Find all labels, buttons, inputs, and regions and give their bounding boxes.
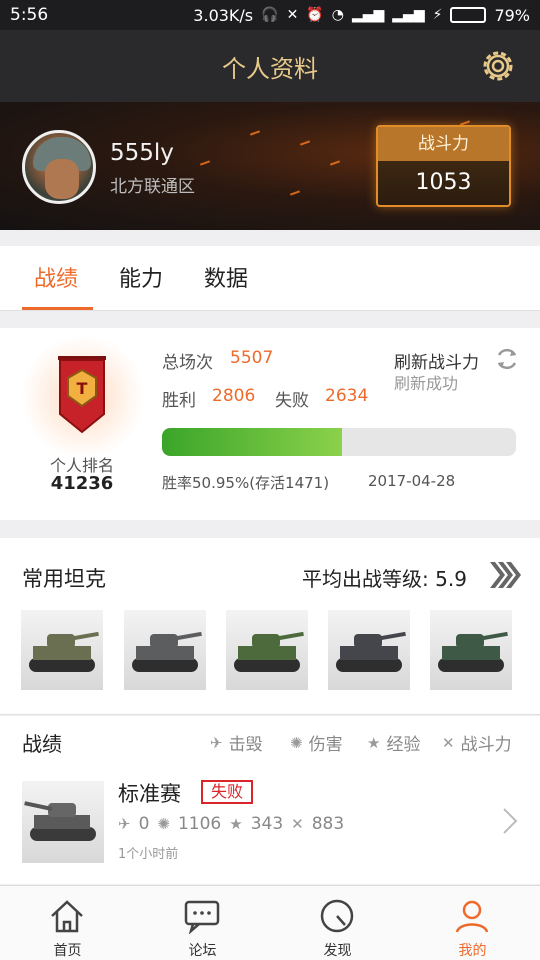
username: 555ly <box>110 140 174 166</box>
region: 北方联通区 <box>110 177 195 197</box>
battle-record-title: 战绩 <box>22 732 62 756</box>
tank-image <box>336 631 406 672</box>
avatar[interactable] <box>22 130 96 204</box>
battle-exp: 343 <box>250 814 284 834</box>
tank-thumbnail[interactable] <box>226 610 308 690</box>
refresh-icon[interactable] <box>494 346 520 372</box>
nav-home[interactable]: 首页 <box>0 886 135 960</box>
signal-icon-2: ▂▄▆ <box>392 7 425 23</box>
status-time: 5:56 <box>10 5 49 25</box>
tank-image <box>132 631 202 672</box>
gear-icon[interactable] <box>478 46 518 86</box>
losses-label: 失败 <box>275 391 309 411</box>
battle-time: 1个小时前 <box>118 847 179 862</box>
page-title: 个人资料 <box>222 54 318 83</box>
charging-icon: ⚡ <box>432 7 443 23</box>
refresh-status: 刷新成功 <box>394 374 459 393</box>
star-icon: ★ <box>229 815 243 833</box>
nav-me[interactable]: 我的 <box>405 886 540 960</box>
damage-icon: ✺ <box>157 815 170 833</box>
win-rate-bar <box>162 428 516 456</box>
bottom-nav: 首页 论坛 发现 我的 <box>0 885 540 960</box>
network-speed: 3.03K/s <box>193 5 254 25</box>
combat-power-value: 1053 <box>415 170 472 195</box>
mute-icon: ✕ <box>286 7 299 23</box>
forum-icon <box>184 900 220 934</box>
active-tab-indicator <box>22 307 93 310</box>
tank-image <box>24 801 96 841</box>
common-tanks-title: 常用坦克 <box>22 567 106 591</box>
avg-tier-label: 平均出战等级: <box>302 567 429 591</box>
kill-icon: ✈ <box>210 733 223 752</box>
battle-kills: 0 <box>138 814 150 834</box>
battle-damage: 1106 <box>177 814 222 834</box>
damage-icon: ✺ <box>290 733 303 752</box>
status-bar: 5:56 3.03K/s 🎧 ✕ ⏰ ◔ ▂▄▆ ▂▄▆ ⚡ 79% <box>0 0 540 30</box>
win-rate-text: 胜率50.95%(存活1471) <box>162 474 330 492</box>
tab-ability[interactable]: 能力 <box>119 261 163 293</box>
wins-label: 胜利 <box>162 391 196 411</box>
discover-icon <box>320 899 354 933</box>
svg-text:T: T <box>77 379 88 398</box>
battle-tank-thumbnail <box>22 781 104 863</box>
losses-value: 2634 <box>325 386 369 406</box>
tank-image <box>29 631 99 672</box>
rank-emblem-icon: T <box>58 356 106 434</box>
combat-power-label: 战斗力 <box>378 127 509 161</box>
more-arrows-icon[interactable] <box>488 560 522 590</box>
headphones-icon: 🎧 <box>261 7 279 23</box>
tank-image <box>438 631 508 672</box>
rank-value: 41236 <box>50 473 114 494</box>
user-icon <box>455 900 489 933</box>
tab-record[interactable]: 战绩 <box>34 261 78 293</box>
home-icon <box>51 900 83 933</box>
legend-kill: 击毁 <box>228 735 263 755</box>
stats-date: 2017-04-28 <box>368 472 456 490</box>
total-battles-value: 5507 <box>230 348 274 368</box>
avg-tier-value: 5.9 <box>435 567 467 591</box>
wifi-icon: ◔ <box>331 7 344 23</box>
legend-damage: 伤害 <box>308 735 343 755</box>
alarm-icon: ⏰ <box>306 7 324 23</box>
nav-discover[interactable]: 发现 <box>270 886 405 960</box>
tank-thumbnail[interactable] <box>430 610 512 690</box>
battle-result-badge: 失败 <box>201 780 254 804</box>
power-icon: ✕ <box>291 815 304 833</box>
battle-mode: 标准赛 <box>118 782 181 806</box>
battery-icon <box>450 7 487 23</box>
nav-forum[interactable]: 论坛 <box>135 886 270 960</box>
legend-exp: 经验 <box>386 735 421 755</box>
power-icon: ✕ <box>442 733 455 752</box>
signal-icon: ▂▄▆ <box>351 7 385 23</box>
battle-power: 883 <box>311 814 345 834</box>
battle-record-section: 战绩 ✈ 击毁 ✺ 伤害 ★ 经验 ✕ 战斗力 标准赛 失败 ✈ 0 ✺ 1106 ★ 343… <box>0 716 540 884</box>
tank-thumbnail[interactable] <box>21 610 103 690</box>
tank-thumbnail[interactable] <box>328 610 410 690</box>
kill-icon: ✈ <box>118 815 131 833</box>
combat-power-box: 战斗力 1053 <box>376 125 511 207</box>
common-tanks-section: 常用坦克 平均出战等级: 5.9 <box>0 538 540 715</box>
star-icon: ★ <box>367 733 381 752</box>
chevron-right-icon[interactable] <box>500 806 520 836</box>
tab-data[interactable]: 数据 <box>204 261 248 293</box>
win-rate-bar-fill <box>162 428 343 456</box>
app-header: 个人资料 <box>0 30 540 102</box>
total-battles-label: 总场次 <box>162 353 213 373</box>
wins-value: 2806 <box>212 386 256 406</box>
tank-thumbnail[interactable] <box>124 610 206 690</box>
tab-bar: 战绩 能力 数据 <box>0 246 540 311</box>
tank-image <box>234 631 304 672</box>
legend-power: 战斗力 <box>460 735 512 755</box>
battery-percent: 79% <box>494 5 530 25</box>
stats-card: T 个人排名 41236 总场次 5507 胜利 2806 失败 2634 刷新… <box>0 328 540 520</box>
